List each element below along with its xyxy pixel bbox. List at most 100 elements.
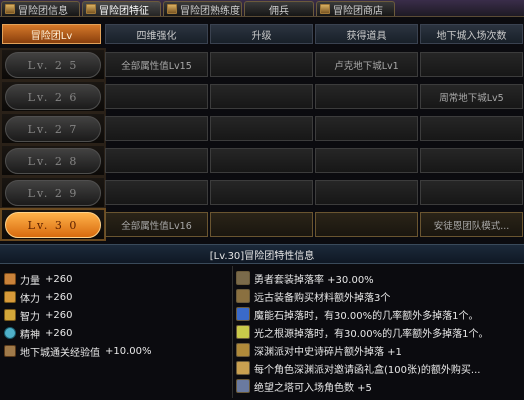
tab-adventure-proficiency[interactable]: 冒险团熟练度 [163, 1, 242, 17]
level-label: Lv. 2 9 [27, 186, 79, 200]
bonus-line: 每个角色深渊派对邀请函礼盒(100张)的额外购买... [236, 360, 480, 376]
header-obtain-item: 获得道具 [315, 24, 418, 44]
cell-text: 安徒恩团队模式... [433, 220, 510, 232]
cell-text: 卢克地下城Lv1 [334, 60, 399, 72]
bonus-line: 勇者套装掉落率 +30.00% [236, 270, 374, 286]
level-29-button[interactable]: Lv. 2 9 [5, 180, 101, 206]
stat-boost-cell: 全部属性值Lv16 [105, 212, 208, 237]
stat-name: 体力 [20, 293, 40, 305]
cell-text: 全部属性值Lv15 [121, 60, 192, 72]
bonus-text: 光之根源掉落时，有30.00%的几率额外多掉落1个。 [254, 328, 489, 340]
invite-box-icon [236, 361, 250, 375]
info-divider [232, 266, 233, 398]
bonus-line: 光之根源掉落时，有30.00%的几率额外多掉落1个。 [236, 324, 489, 340]
header-label: 获得道具 [346, 30, 387, 42]
tab-bar: 冒险团信息 冒险团特征 冒险团熟练度 佣兵 冒险团商店 [0, 0, 524, 17]
obtain-cell [315, 212, 418, 237]
bonus-text: 勇者套装掉落率 +30.00% [254, 274, 374, 286]
tab-label: 冒险团熟练度 [180, 5, 240, 17]
stat-intelligence: 智力 +260 [4, 307, 72, 323]
vitality-icon [4, 291, 16, 303]
level-label: Lv. 2 8 [27, 154, 79, 168]
level-label: Lv. 3 0 [27, 218, 79, 232]
tab-icon [5, 4, 15, 14]
intelligence-icon [4, 309, 16, 321]
level-27-button[interactable]: Lv. 2 7 [5, 116, 101, 142]
tab-icon [167, 4, 177, 14]
stat-name: 地下城通关经验值 [20, 347, 100, 359]
bonus-text: 绝望之塔可入场角色数 +5 [254, 382, 372, 394]
stat-spirit: 精神 +260 [4, 325, 72, 341]
level-label: Lv. 2 6 [27, 90, 79, 104]
exp-icon [4, 345, 16, 357]
ancient-gear-icon [236, 289, 250, 303]
tab-label: 冒险团商店 [333, 5, 383, 17]
stat-value: +260 [45, 309, 73, 321]
header-label: 升级 [251, 30, 272, 42]
entry-cell [420, 180, 523, 205]
tab-adventure-shop[interactable]: 冒险团商店 [316, 1, 395, 17]
armor-set-icon [236, 271, 250, 285]
tab-label: 冒险团信息 [18, 5, 68, 17]
bonus-text: 深渊派对中史诗碎片额外掉落 +1 [254, 346, 402, 358]
header-label: 冒险团Lv [30, 30, 73, 42]
bonus-text: 魔能石掉落时，有30.00%的几率额外多掉落1个。 [254, 310, 479, 322]
bonus-text: 每个角色深渊派对邀请函礼盒(100张)的额外购买... [254, 364, 481, 376]
level-28-button[interactable]: Lv. 2 8 [5, 148, 101, 174]
obtain-cell: 卢克地下城Lv1 [315, 52, 418, 77]
strength-icon [4, 273, 16, 285]
stat-value: +10.00% [105, 345, 152, 357]
header-stat-boost: 四维强化 [105, 24, 208, 44]
stat-boost-cell: 全部属性值Lv15 [105, 52, 208, 77]
trait-info-title: [Lv.30]冒险团特性信息 [0, 244, 524, 264]
stat-value: +260 [45, 291, 73, 303]
magic-stone-icon [236, 307, 250, 321]
upgrade-cell [210, 84, 313, 109]
bonus-line: 远古装备购买材料额外掉落3个 [236, 288, 390, 304]
level-label: Lv. 2 7 [27, 122, 79, 136]
bonus-line: 绝望之塔可入场角色数 +5 [236, 378, 372, 394]
tab-label: 冒险团特征 [99, 5, 149, 17]
stat-boost-cell [105, 84, 208, 109]
upgrade-cell [210, 212, 313, 237]
upgrade-cell [210, 180, 313, 205]
obtain-cell [315, 148, 418, 173]
stat-boost-cell [105, 180, 208, 205]
tab-adventure-info[interactable]: 冒险团信息 [1, 1, 80, 17]
tab-adventure-traits[interactable]: 冒险团特征 [82, 1, 161, 17]
stat-boost-cell [105, 148, 208, 173]
level-label: Lv. 2 5 [27, 58, 79, 72]
bonus-text: 远古装备购买材料额外掉落3个 [254, 292, 391, 304]
level-25-button[interactable]: Lv. 2 5 [5, 52, 101, 78]
upgrade-cell [210, 148, 313, 173]
entry-cell [420, 148, 523, 173]
header-label: 地下城入场次数 [436, 30, 507, 42]
upgrade-cell [210, 116, 313, 141]
tab-label: 佣兵 [269, 5, 289, 17]
entry-cell: 周常地下城Lv5 [420, 84, 523, 109]
tab-icon [320, 4, 330, 14]
bonus-line: 魔能石掉落时，有30.00%的几率额外多掉落1个。 [236, 306, 479, 322]
tab-icon [86, 4, 96, 14]
stat-name: 精神 [20, 329, 40, 341]
tower-icon [236, 379, 250, 393]
stat-dungeon-exp: 地下城通关经验值 +10.00% [4, 343, 152, 359]
upgrade-cell [210, 52, 313, 77]
level-30-button[interactable]: Lv. 3 0 [5, 212, 101, 238]
level-26-button[interactable]: Lv. 2 6 [5, 84, 101, 110]
stat-boost-cell [105, 116, 208, 141]
cell-text: 全部属性值Lv16 [121, 220, 192, 232]
obtain-cell [315, 84, 418, 109]
header-level: 冒险团Lv [2, 24, 101, 44]
obtain-cell [315, 180, 418, 205]
epic-shard-icon [236, 343, 250, 357]
light-root-icon [236, 325, 250, 339]
trait-info-label: [Lv.30]冒险团特性信息 [209, 250, 315, 262]
entry-cell [420, 116, 523, 141]
stat-strength: 力量 +260 [4, 271, 72, 287]
stat-vitality: 体力 +260 [4, 289, 72, 305]
entry-cell [420, 52, 523, 77]
tab-mercenary[interactable]: 佣兵 [244, 1, 314, 17]
spirit-icon [4, 327, 16, 339]
header-upgrade: 升级 [210, 24, 313, 44]
